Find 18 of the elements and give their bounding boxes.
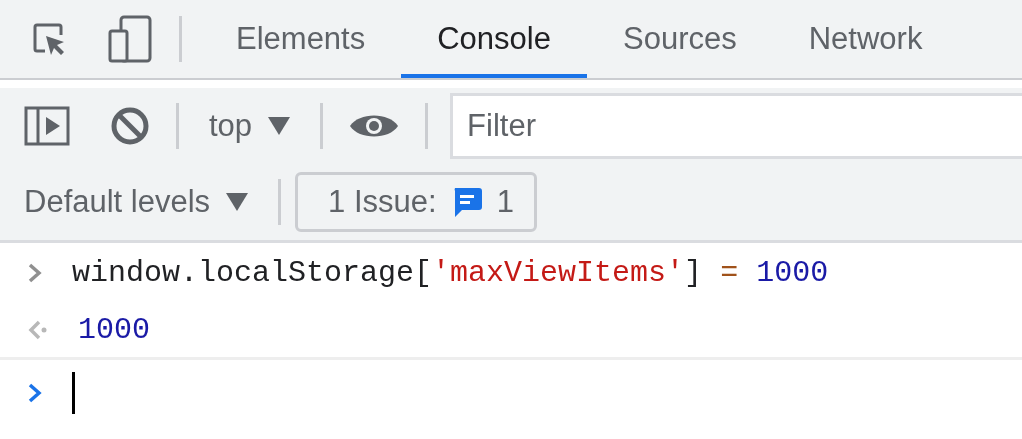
caret-icon xyxy=(226,193,249,211)
caret-icon xyxy=(268,117,291,135)
filter-field[interactable]: Filter xyxy=(450,93,1022,159)
context-dropdown[interactable]: top xyxy=(205,108,295,144)
issues-button[interactable]: 1 Issue: 1 xyxy=(295,172,537,232)
sidebar-toggle-icon[interactable] xyxy=(24,106,70,146)
tab[interactable]: Elements xyxy=(208,0,402,78)
chevron-icon xyxy=(28,263,42,283)
chevron-icon xyxy=(28,383,42,403)
return-arrow-icon xyxy=(28,320,48,340)
tab[interactable]: Network xyxy=(772,0,959,78)
tab[interactable]: Sources xyxy=(587,0,773,78)
tab[interactable]: Console xyxy=(401,0,587,78)
clear-icon[interactable] xyxy=(110,106,150,146)
code-line: window.localStorage['maxViewItems'] = 1000 xyxy=(72,256,829,290)
levels-dropdown[interactable]: Default levels xyxy=(20,184,253,220)
code-line: 1000 xyxy=(78,313,150,347)
device-icon[interactable] xyxy=(107,14,153,64)
